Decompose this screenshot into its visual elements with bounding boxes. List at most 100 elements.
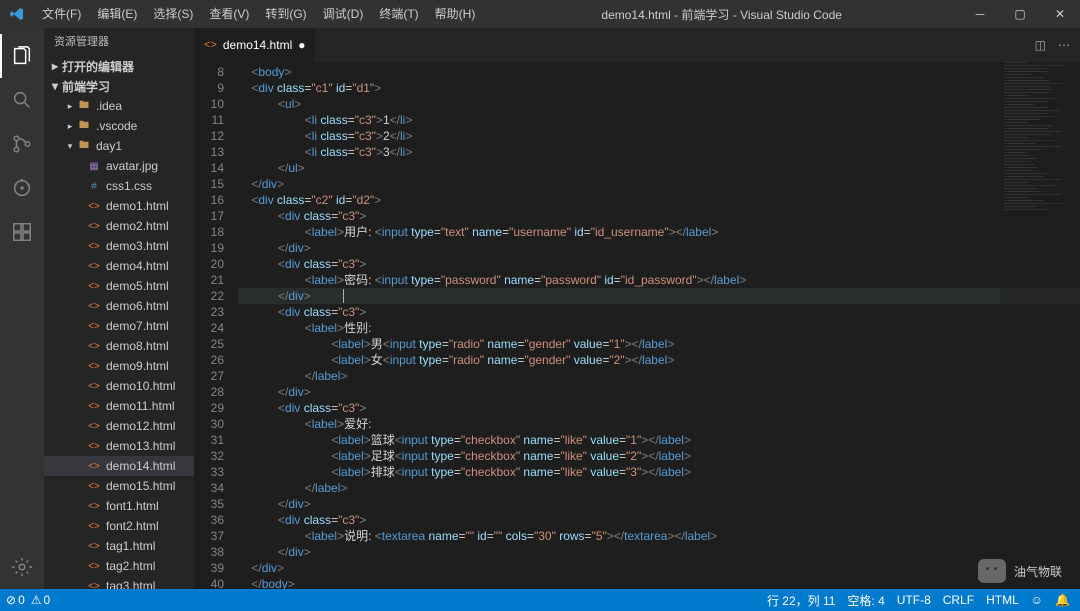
menu-item[interactable]: 帮助(H) xyxy=(427,0,484,28)
tree-row[interactable]: <>demo4.html xyxy=(44,256,194,276)
more-actions-icon[interactable]: ⋯ xyxy=(1058,38,1070,52)
html-icon: <> xyxy=(86,458,102,474)
file-label: .vscode xyxy=(96,119,137,133)
debug-icon[interactable] xyxy=(0,166,44,210)
tab-demo14[interactable]: <> demo14.html ● xyxy=(194,28,316,62)
file-label: demo6.html xyxy=(106,299,169,313)
code-editor[interactable]: <body> <div class="c1" id="d1"> <ul> <li… xyxy=(238,62,1080,589)
file-label: demo7.html xyxy=(106,319,169,333)
menu-item[interactable]: 查看(V) xyxy=(201,0,257,28)
title-bar: 文件(F)编辑(E)选择(S)查看(V)转到(G)调试(D)终端(T)帮助(H)… xyxy=(0,0,1080,28)
file-label: demo2.html xyxy=(106,219,169,233)
tree-row[interactable]: <>font2.html xyxy=(44,516,194,536)
tree-row[interactable]: ▦avatar.jpg xyxy=(44,156,194,176)
html-icon: <> xyxy=(86,478,102,494)
tree-row[interactable]: <>demo8.html xyxy=(44,336,194,356)
explorer-icon[interactable] xyxy=(0,34,44,78)
html-icon: <> xyxy=(86,378,102,394)
html-icon: <> xyxy=(86,218,102,234)
open-editors-section[interactable]: ▸打开的编辑器 xyxy=(44,56,194,76)
folder-icon: 🖿 xyxy=(76,98,92,114)
html-icon: <> xyxy=(86,398,102,414)
window-title: demo14.html - 前端学习 - Visual Studio Code xyxy=(483,6,960,23)
minimize-button[interactable]: ─ xyxy=(960,0,1000,28)
search-icon[interactable] xyxy=(0,78,44,122)
app-logo xyxy=(0,6,34,22)
source-control-icon[interactable] xyxy=(0,122,44,166)
status-cursor-pos[interactable]: 行 22，列 11 xyxy=(767,592,835,609)
folder-icon: 🖿 xyxy=(76,118,92,134)
project-section[interactable]: ▾前端学习 xyxy=(44,76,194,96)
file-label: tag2.html xyxy=(106,559,155,573)
sidebar-header: 资源管理器 xyxy=(44,28,194,56)
wechat-icon xyxy=(978,559,1006,583)
html-icon: <> xyxy=(86,298,102,314)
menu-item[interactable]: 文件(F) xyxy=(34,0,89,28)
file-label: demo10.html xyxy=(106,379,175,393)
tree-row[interactable]: <>demo3.html xyxy=(44,236,194,256)
dirty-indicator-icon: ● xyxy=(298,38,305,52)
tree-row[interactable]: <> demo11.html xyxy=(44,396,194,416)
tree-row[interactable]: <>demo14.html xyxy=(44,456,194,476)
project-label: 前端学习 xyxy=(62,78,110,95)
tree-row[interactable]: <> tag3.html xyxy=(44,576,194,589)
menu-item[interactable]: 调试(D) xyxy=(315,0,372,28)
menu-item[interactable]: 选择(S) xyxy=(145,0,201,28)
extensions-icon[interactable] xyxy=(0,210,44,254)
file-label: font2.html xyxy=(106,519,159,533)
folder-icon: 🖿 xyxy=(76,138,92,154)
editor-tabs: <> demo14.html ● xyxy=(194,28,316,62)
file-label: demo11.html xyxy=(106,399,174,413)
file-label: demo9.html xyxy=(106,359,169,373)
html-icon: <> xyxy=(86,358,102,374)
split-editor-icon[interactable]: ◫ xyxy=(1035,38,1046,52)
status-eol[interactable]: CRLF xyxy=(943,593,974,607)
file-label: demo5.html xyxy=(106,279,169,293)
tree-row[interactable]: <>demo5.html xyxy=(44,276,194,296)
tree-row[interactable]: <>demo13.html xyxy=(44,436,194,456)
tree-row[interactable]: <> demo9.html xyxy=(44,356,194,376)
html-icon: <> xyxy=(86,318,102,334)
tree-row[interactable]: <> tag2.html xyxy=(44,556,194,576)
html-icon: <> xyxy=(86,538,102,554)
tree-row[interactable]: <> demo7.html xyxy=(44,316,194,336)
tree-row[interactable]: <>font1.html xyxy=(44,496,194,516)
tree-row[interactable]: #css1.css xyxy=(44,176,194,196)
settings-gear-icon[interactable] xyxy=(0,545,44,589)
tree-row[interactable]: <>demo12.html xyxy=(44,416,194,436)
file-label: demo8.html xyxy=(106,339,169,353)
menu-bar: 文件(F)编辑(E)选择(S)查看(V)转到(G)调试(D)终端(T)帮助(H) xyxy=(34,0,483,28)
menu-item[interactable]: 转到(G) xyxy=(257,0,314,28)
status-indent[interactable]: 空格: 4 xyxy=(847,592,884,609)
html-icon: <> xyxy=(86,578,102,589)
status-language[interactable]: HTML xyxy=(986,593,1019,607)
menu-item[interactable]: 编辑(E) xyxy=(89,0,145,28)
tree-row[interactable]: ▸🖿.vscode xyxy=(44,116,194,136)
tree-row[interactable]: <>demo1.html xyxy=(44,196,194,216)
tree-row[interactable]: <> demo15.html xyxy=(44,476,194,496)
tree-row[interactable]: ▾🖿day1 xyxy=(44,136,194,156)
status-notifications-icon[interactable]: 🔔 xyxy=(1055,593,1070,607)
file-label: demo4.html xyxy=(106,259,169,273)
tree-row[interactable]: <> demo6.html xyxy=(44,296,194,316)
status-encoding[interactable]: UTF-8 xyxy=(897,593,931,607)
close-button[interactable]: ✕ xyxy=(1040,0,1080,28)
status-feedback-icon[interactable]: ☺ xyxy=(1031,593,1043,607)
maximize-button[interactable]: ▢ xyxy=(1000,0,1040,28)
menu-item[interactable]: 终端(T) xyxy=(371,0,426,28)
file-label: demo15.html xyxy=(106,479,175,493)
tree-row[interactable]: <> demo2.html xyxy=(44,216,194,236)
watermark-text: 油气物联 xyxy=(1014,563,1062,580)
status-warnings[interactable]: ⚠ 0 xyxy=(31,593,50,607)
tree-row[interactable]: <>tag1.html xyxy=(44,536,194,556)
editor-area: <> demo14.html ● ◫ ⋯ 8910111213141516171… xyxy=(194,28,1080,589)
tree-row[interactable]: ▸🖿.idea xyxy=(44,96,194,116)
status-errors[interactable]: ⊘ 0 xyxy=(6,593,25,607)
file-label: demo13.html xyxy=(106,439,175,453)
minimap[interactable] xyxy=(1000,62,1080,589)
file-label: tag3.html xyxy=(106,579,155,589)
tree-row[interactable]: <> demo10.html xyxy=(44,376,194,396)
html-icon: <> xyxy=(86,198,102,214)
html-icon: <> xyxy=(86,558,102,574)
html-icon: <> xyxy=(86,498,102,514)
